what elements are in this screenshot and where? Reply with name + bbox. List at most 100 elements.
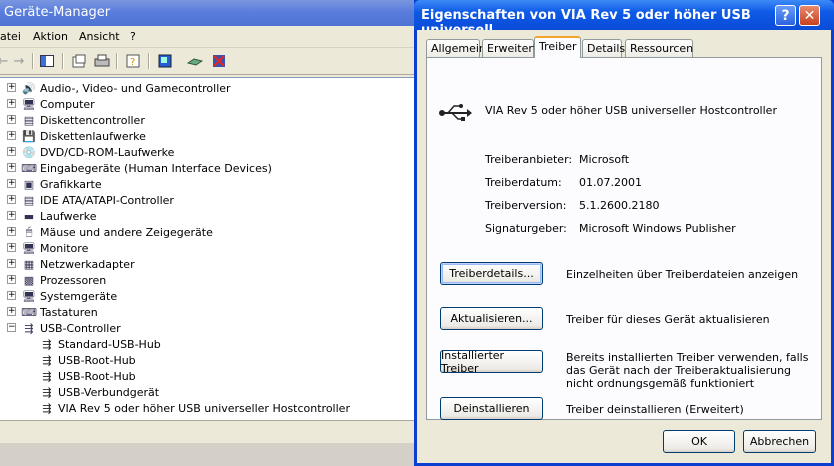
expander-icon[interactable]: + — [7, 227, 16, 236]
tab-erweitert[interactable]: Erweitert — [482, 39, 537, 57]
toolbar-separator — [148, 53, 150, 69]
dialog-titlebar[interactable]: Eigenschaften von VIA Rev 5 oder höher U… — [414, 0, 834, 38]
version-value: 5.1.2600.2180 — [579, 199, 660, 212]
uninstall-icon[interactable] — [210, 52, 228, 70]
expander-icon[interactable]: + — [7, 163, 16, 172]
expander-icon[interactable]: + — [7, 211, 16, 220]
expander-icon[interactable]: − — [7, 323, 16, 332]
ok-button[interactable]: OK — [663, 430, 735, 453]
rollback-driver-description: Bereits installierten Treiber verwenden,… — [566, 351, 809, 390]
expander-icon[interactable]: + — [7, 131, 16, 140]
tree-node[interactable]: + ▩ Prozessoren — [7, 272, 106, 288]
tree-child-node[interactable]: ⇶ USB-Root-Hub — [40, 368, 136, 384]
device-manager-titlebar[interactable]: Geräte-Manager — [0, 0, 416, 26]
tree-node[interactable]: + 🖥 Monitore — [7, 240, 89, 256]
menu-datei[interactable]: atei — [0, 30, 21, 43]
tree-child-node[interactable]: ⇶ VIA Rev 5 oder höher USB universeller H… — [40, 400, 350, 416]
tree-child-node[interactable]: ⇶ USB-Verbundgerät — [40, 384, 159, 400]
keyboard-icon: ⌨ — [21, 305, 37, 319]
cancel-button[interactable]: Abbrechen — [743, 430, 816, 453]
expander-icon[interactable]: + — [7, 115, 16, 124]
tree-node[interactable]: + ▦ Netzwerkadapter — [7, 256, 135, 272]
expander-icon[interactable]: + — [7, 83, 16, 92]
tab-ressourcen[interactable]: Ressourcen — [625, 39, 693, 57]
expander-icon[interactable]: + — [7, 147, 16, 156]
device-manager-window: Geräte-Manager atei Aktion Ansicht ? ← →… — [0, 0, 416, 466]
print-icon[interactable] — [93, 52, 111, 70]
tree-node-label: Grafikkarte — [40, 177, 102, 191]
usb-icon: ⇶ — [24, 321, 34, 335]
menu-aktion[interactable]: Aktion — [33, 30, 68, 43]
tree-node[interactable]: + ▣ Grafikkarte — [7, 176, 102, 192]
tree-node-label: Mäuse und andere Zeigegeräte — [40, 225, 213, 239]
update-driver-button[interactable]: Aktualisieren... — [440, 307, 543, 330]
tree-child-node[interactable]: ⇶ Standard-USB-Hub — [40, 336, 161, 352]
tab-details[interactable]: Details — [582, 39, 625, 57]
tree-child-label: Standard-USB-Hub — [58, 337, 161, 351]
tree-node-label: Netzwerkadapter — [40, 257, 135, 271]
usb-icon: ⇶ — [42, 385, 52, 399]
expander-icon[interactable]: + — [7, 243, 16, 252]
processor-icon: ▩ — [23, 273, 35, 287]
disk-controller-icon: ▤ — [23, 113, 35, 127]
help-button[interactable]: ? — [775, 5, 796, 26]
tree-child-label: USB-Root-Hub — [58, 369, 136, 383]
uninstall-button[interactable]: Deinstallieren — [440, 397, 543, 420]
rollback-driver-button[interactable]: Installierter Treiber — [440, 349, 543, 375]
desktop-strip — [0, 443, 416, 466]
help-topic-icon[interactable]: ? — [124, 52, 142, 70]
expander-icon[interactable]: + — [7, 99, 16, 108]
tree-node[interactable]: + ▤ IDE ATA/ATAPI-Controller — [7, 192, 174, 208]
tree-node[interactable]: + ⌨ Eingabegeräte (Human Interface Devices… — [7, 160, 272, 176]
tree-node[interactable]: + 💾 Diskettenlaufwerke — [7, 128, 146, 144]
tree-node[interactable]: + 💿 DVD/CD-ROM-Laufwerke — [7, 144, 174, 160]
usb-icon: ⇶ — [42, 353, 52, 367]
tree-node[interactable]: + 🖥 Computer — [7, 96, 95, 112]
date-label: Treiberdatum: — [485, 176, 562, 189]
menu-ansicht[interactable]: Ansicht — [79, 30, 120, 43]
toolbar: ← → ? — [0, 48, 416, 75]
expander-icon[interactable]: + — [7, 307, 16, 316]
monitor-icon: 🖥 — [22, 241, 36, 255]
properties-icon[interactable] — [70, 52, 88, 70]
tree-node[interactable]: + ▬ Laufwerke — [7, 208, 97, 224]
expander-icon[interactable]: + — [7, 259, 16, 268]
status-bar — [0, 420, 416, 443]
expander-icon[interactable]: + — [7, 179, 16, 188]
update-driver-icon[interactable] — [186, 52, 204, 70]
usb-icon — [437, 103, 473, 126]
tree-child-node[interactable]: ⇶ USB-Root-Hub — [40, 352, 135, 368]
tab-treiber[interactable]: Treiber — [534, 36, 581, 58]
tree-node[interactable]: + ⌨ Tastaturen — [7, 304, 98, 320]
signer-label: Signaturgeber: — [485, 222, 567, 235]
tree-node[interactable]: + 🖱 Mäuse und andere Zeigegeräte — [7, 224, 213, 240]
tree-node-label: Diskettencontroller — [40, 113, 145, 127]
tree-node[interactable]: − ⇶ USB-Controller — [7, 320, 121, 336]
expander-icon[interactable]: + — [7, 195, 16, 204]
device-manager-title: Geräte-Manager — [4, 5, 111, 20]
console-tree-icon[interactable] — [38, 52, 56, 70]
usb-icon: ⇶ — [42, 369, 52, 383]
toolbar-separator — [62, 53, 64, 69]
tree-node-label: Monitore — [40, 241, 89, 255]
tree-node[interactable]: + 🖥 Systemgeräte — [7, 288, 118, 304]
close-button[interactable]: ✕ — [799, 5, 820, 26]
toolbar-separator — [32, 53, 34, 69]
tree-node[interactable]: + ▤ Diskettencontroller — [7, 112, 145, 128]
scan-hardware-icon[interactable] — [156, 52, 174, 70]
tree-node-label: Systemgeräte — [40, 289, 118, 303]
expander-icon[interactable]: + — [7, 275, 16, 284]
uninstall-description: Treiber deinstallieren (Erweitert) — [566, 403, 744, 416]
driver-details-button[interactable]: Treiberdetails... — [440, 262, 543, 285]
driver-details-description: Einzelheiten über Treiberdateien anzeige… — [566, 268, 799, 281]
display-adapter-icon: ▣ — [23, 177, 35, 191]
expander-icon[interactable]: + — [7, 291, 16, 300]
tab-allgemein[interactable]: Allgemein — [426, 39, 486, 57]
tree-node[interactable]: + 🔊 Audio-, Video- und Gamecontroller — [7, 80, 231, 96]
forward-arrow-icon[interactable]: → — [10, 52, 28, 70]
provider-label: Treiberanbieter: — [485, 153, 573, 166]
menu-help[interactable]: ? — [130, 30, 136, 43]
device-name: VIA Rev 5 oder höher USB universeller Ho… — [485, 104, 777, 117]
device-tree[interactable]: + 🔊 Audio-, Video- und Gamecontroller + 🖥 Com… — [0, 77, 414, 420]
ide-controller-icon: ▤ — [23, 193, 35, 207]
